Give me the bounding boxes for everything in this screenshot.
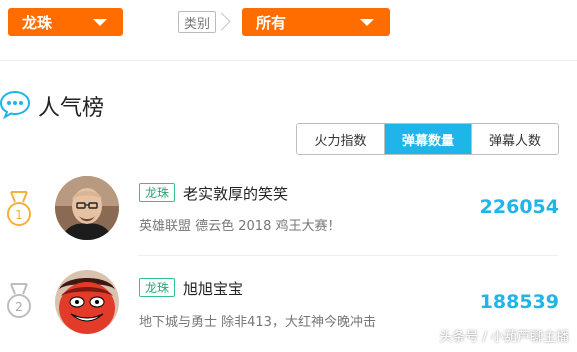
game-dropdown[interactable]: 龙珠: [8, 8, 123, 36]
divider: [0, 60, 577, 61]
avatar[interactable]: [55, 270, 119, 334]
chevron-down-icon: [93, 19, 107, 26]
room-title: 英雄联盟 德云色 2018 鸡王大赛！: [139, 219, 341, 234]
divider: [138, 255, 558, 256]
category-dropdown[interactable]: 所有: [242, 8, 390, 36]
gold-medal-icon: 1: [7, 191, 31, 226]
streamer-name[interactable]: 老实敦厚的笑笑: [183, 183, 288, 204]
game-tag[interactable]: 龙珠: [139, 278, 176, 297]
rank-number: 1: [15, 208, 23, 222]
game-tag[interactable]: 龙珠: [139, 183, 176, 202]
silver-medal-icon: 2: [7, 283, 31, 318]
section-title: 人气榜: [38, 96, 105, 121]
danmaku-count: 226054: [479, 196, 559, 218]
avatar[interactable]: [55, 176, 119, 240]
streamer-name[interactable]: 旭旭宝宝: [183, 278, 243, 299]
chat-bubble-icon: [0, 90, 30, 119]
watermark: 头条号 / 小葫芦聊主播: [439, 330, 569, 345]
game-dropdown-value: 龙珠: [22, 13, 53, 32]
tab-danmaku-count[interactable]: 弹幕数量: [384, 124, 471, 154]
category-dropdown-value: 所有: [256, 13, 287, 32]
tab-firepower-index[interactable]: 火力指数: [297, 124, 384, 154]
tab-danmaku-users[interactable]: 弹幕人数: [471, 124, 558, 154]
category-label: 类别: [178, 11, 216, 33]
list-item[interactable]: 1 龙珠 老实敦厚的笑笑 英雄联盟 德云色 2018 鸡王大赛！ 226054: [0, 172, 577, 262]
rank-number: 2: [15, 300, 23, 314]
room-title: 地下城与勇士 除非413，大红神今晚冲击: [139, 315, 376, 330]
chevron-down-icon: [360, 19, 374, 26]
danmaku-count: 188539: [479, 291, 559, 313]
ranking-tabs: 火力指数 弹幕数量 弹幕人数: [296, 123, 559, 155]
